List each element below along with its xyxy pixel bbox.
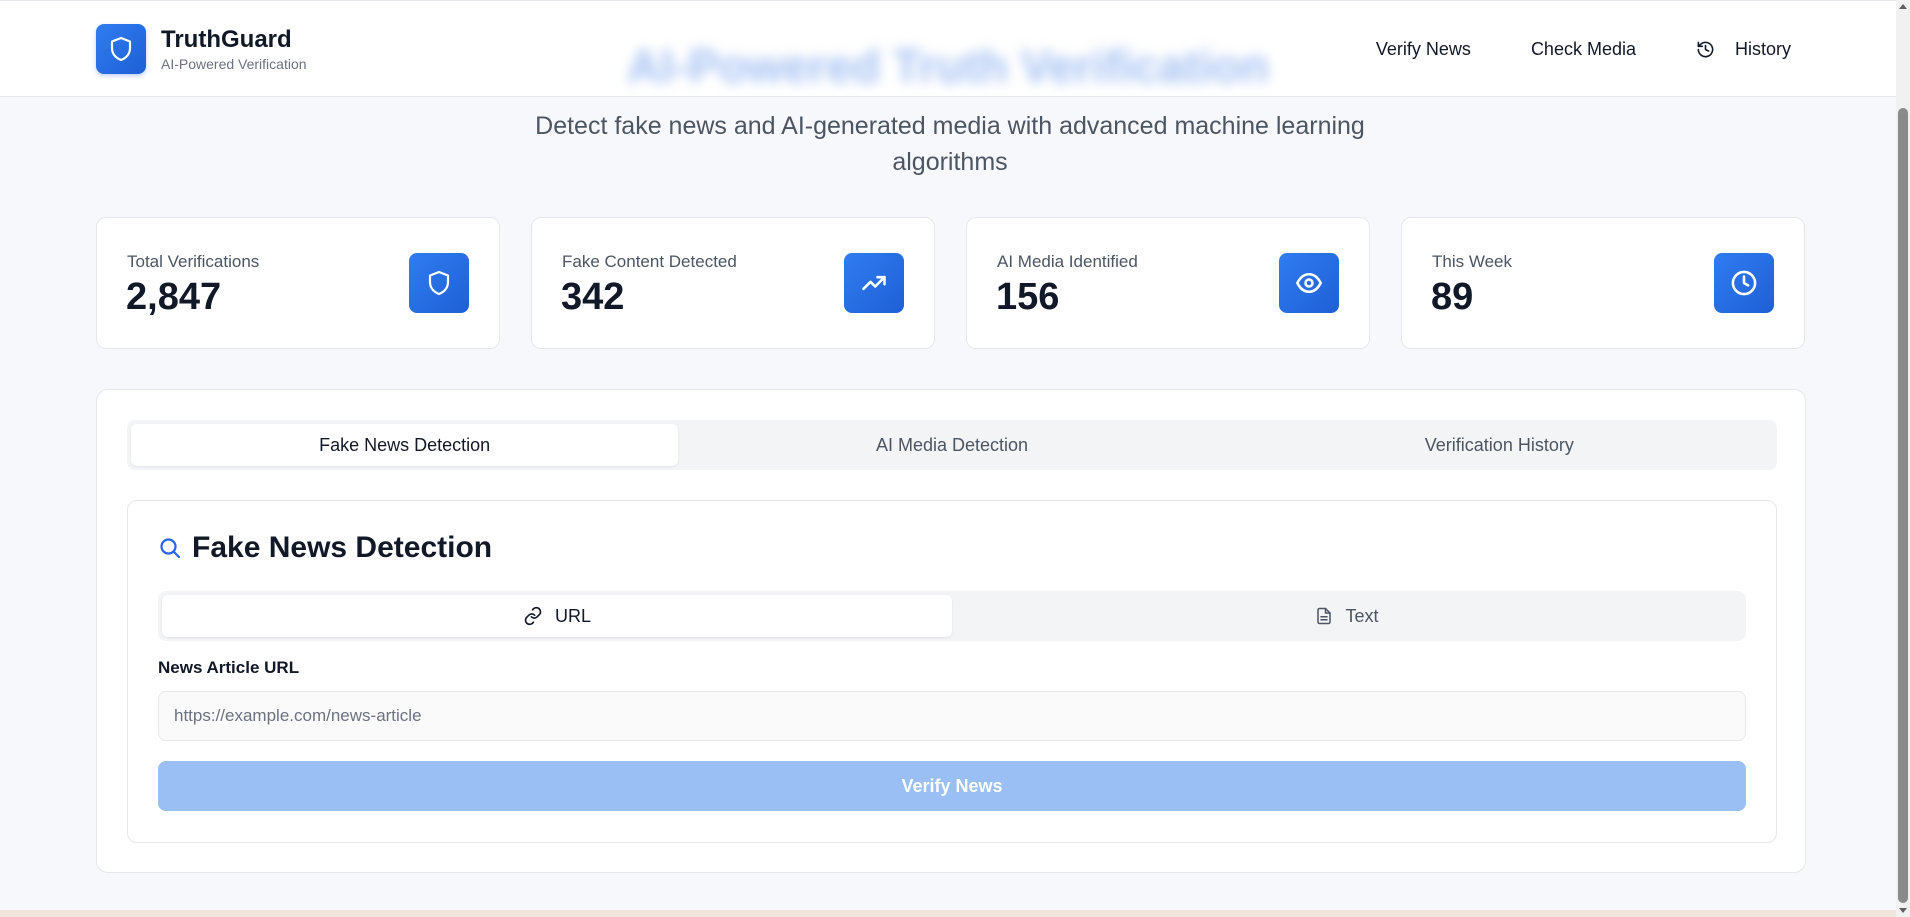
- fake-news-card: Fake News Detection URL Text News Articl…: [127, 500, 1777, 843]
- history-icon: [1696, 40, 1715, 59]
- section-title: Fake News Detection: [158, 531, 492, 565]
- search-icon: [158, 536, 182, 560]
- input-mode-tabs: URL Text: [158, 591, 1746, 641]
- stat-card-ai-media: AI Media Identified 156: [966, 217, 1370, 349]
- brand-subtitle: AI-Powered Verification: [161, 55, 307, 72]
- hero-subtitle-text: Detect fake news and AI-generated media …: [535, 112, 1365, 176]
- subtab-url-label: URL: [554, 605, 591, 626]
- stat-label: Total Verifications: [127, 252, 260, 271]
- eye-icon: [1279, 253, 1339, 313]
- nav-verify-news[interactable]: Verify News: [1376, 39, 1471, 60]
- main-panel: Fake News Detection AI Media Detection V…: [96, 389, 1806, 873]
- scrollbar-thumb[interactable]: [1898, 108, 1908, 903]
- shield-icon: [409, 253, 469, 313]
- bottom-edge: [0, 910, 1896, 917]
- stat-card-total-verifications: Total Verifications 2,847: [96, 217, 500, 349]
- nav-history-label: History: [1734, 39, 1791, 59]
- stats-row: Total Verifications 2,847 Fake Content D…: [96, 217, 1805, 349]
- brand-logo-shield-icon: [96, 24, 146, 74]
- stat-value: 156: [996, 276, 1060, 318]
- hero-subtitle: Detect fake news and AI-generated media …: [0, 108, 1900, 180]
- trending-up-icon: [844, 253, 904, 313]
- section-title-text: Fake News Detection: [192, 531, 493, 564]
- page-scrollbar[interactable]: [1896, 0, 1910, 917]
- stat-value: 342: [561, 276, 625, 318]
- file-text-icon: [1315, 606, 1333, 626]
- main-nav: Verify News Check Media History: [1316, 1, 1791, 98]
- verify-news-button[interactable]: Verify News: [158, 761, 1746, 811]
- stat-label: This Week: [1432, 252, 1512, 271]
- stat-value: 89: [1431, 276, 1474, 318]
- stat-value: 2,847: [126, 276, 222, 318]
- tab-fake-news-detection[interactable]: Fake News Detection: [131, 424, 679, 466]
- scroll-down-arrow-icon[interactable]: [1899, 908, 1907, 913]
- tab-verification-history[interactable]: Verification History: [1226, 424, 1773, 466]
- tab-ai-media-detection[interactable]: AI Media Detection: [678, 424, 1225, 466]
- stat-card-this-week: This Week 89: [1401, 217, 1805, 349]
- brand[interactable]: TruthGuard AI-Powered Verification: [96, 24, 307, 74]
- clock-icon: [1714, 253, 1774, 313]
- scroll-up-arrow-icon[interactable]: [1899, 4, 1907, 9]
- nav-check-media-label: Check Media: [1530, 39, 1636, 59]
- top-navbar: TruthGuard AI-Powered Verification AI-Po…: [0, 0, 1896, 97]
- url-field-label: News Article URL: [158, 658, 300, 677]
- subtab-text[interactable]: Text: [952, 595, 1742, 637]
- news-url-input[interactable]: [158, 691, 1746, 741]
- stat-card-fake-content: Fake Content Detected 342: [531, 217, 935, 349]
- nav-history[interactable]: History: [1696, 39, 1791, 60]
- stat-label: AI Media Identified: [997, 252, 1138, 271]
- subtab-text-label: Text: [1345, 605, 1379, 626]
- link-icon: [523, 606, 543, 626]
- subtab-url[interactable]: URL: [162, 595, 952, 637]
- nav-verify-news-label: Verify News: [1375, 39, 1471, 59]
- main-tabs: Fake News Detection AI Media Detection V…: [127, 420, 1777, 470]
- stat-label: Fake Content Detected: [562, 252, 737, 271]
- brand-title: TruthGuard: [161, 25, 292, 53]
- nav-check-media[interactable]: Check Media: [1531, 39, 1636, 60]
